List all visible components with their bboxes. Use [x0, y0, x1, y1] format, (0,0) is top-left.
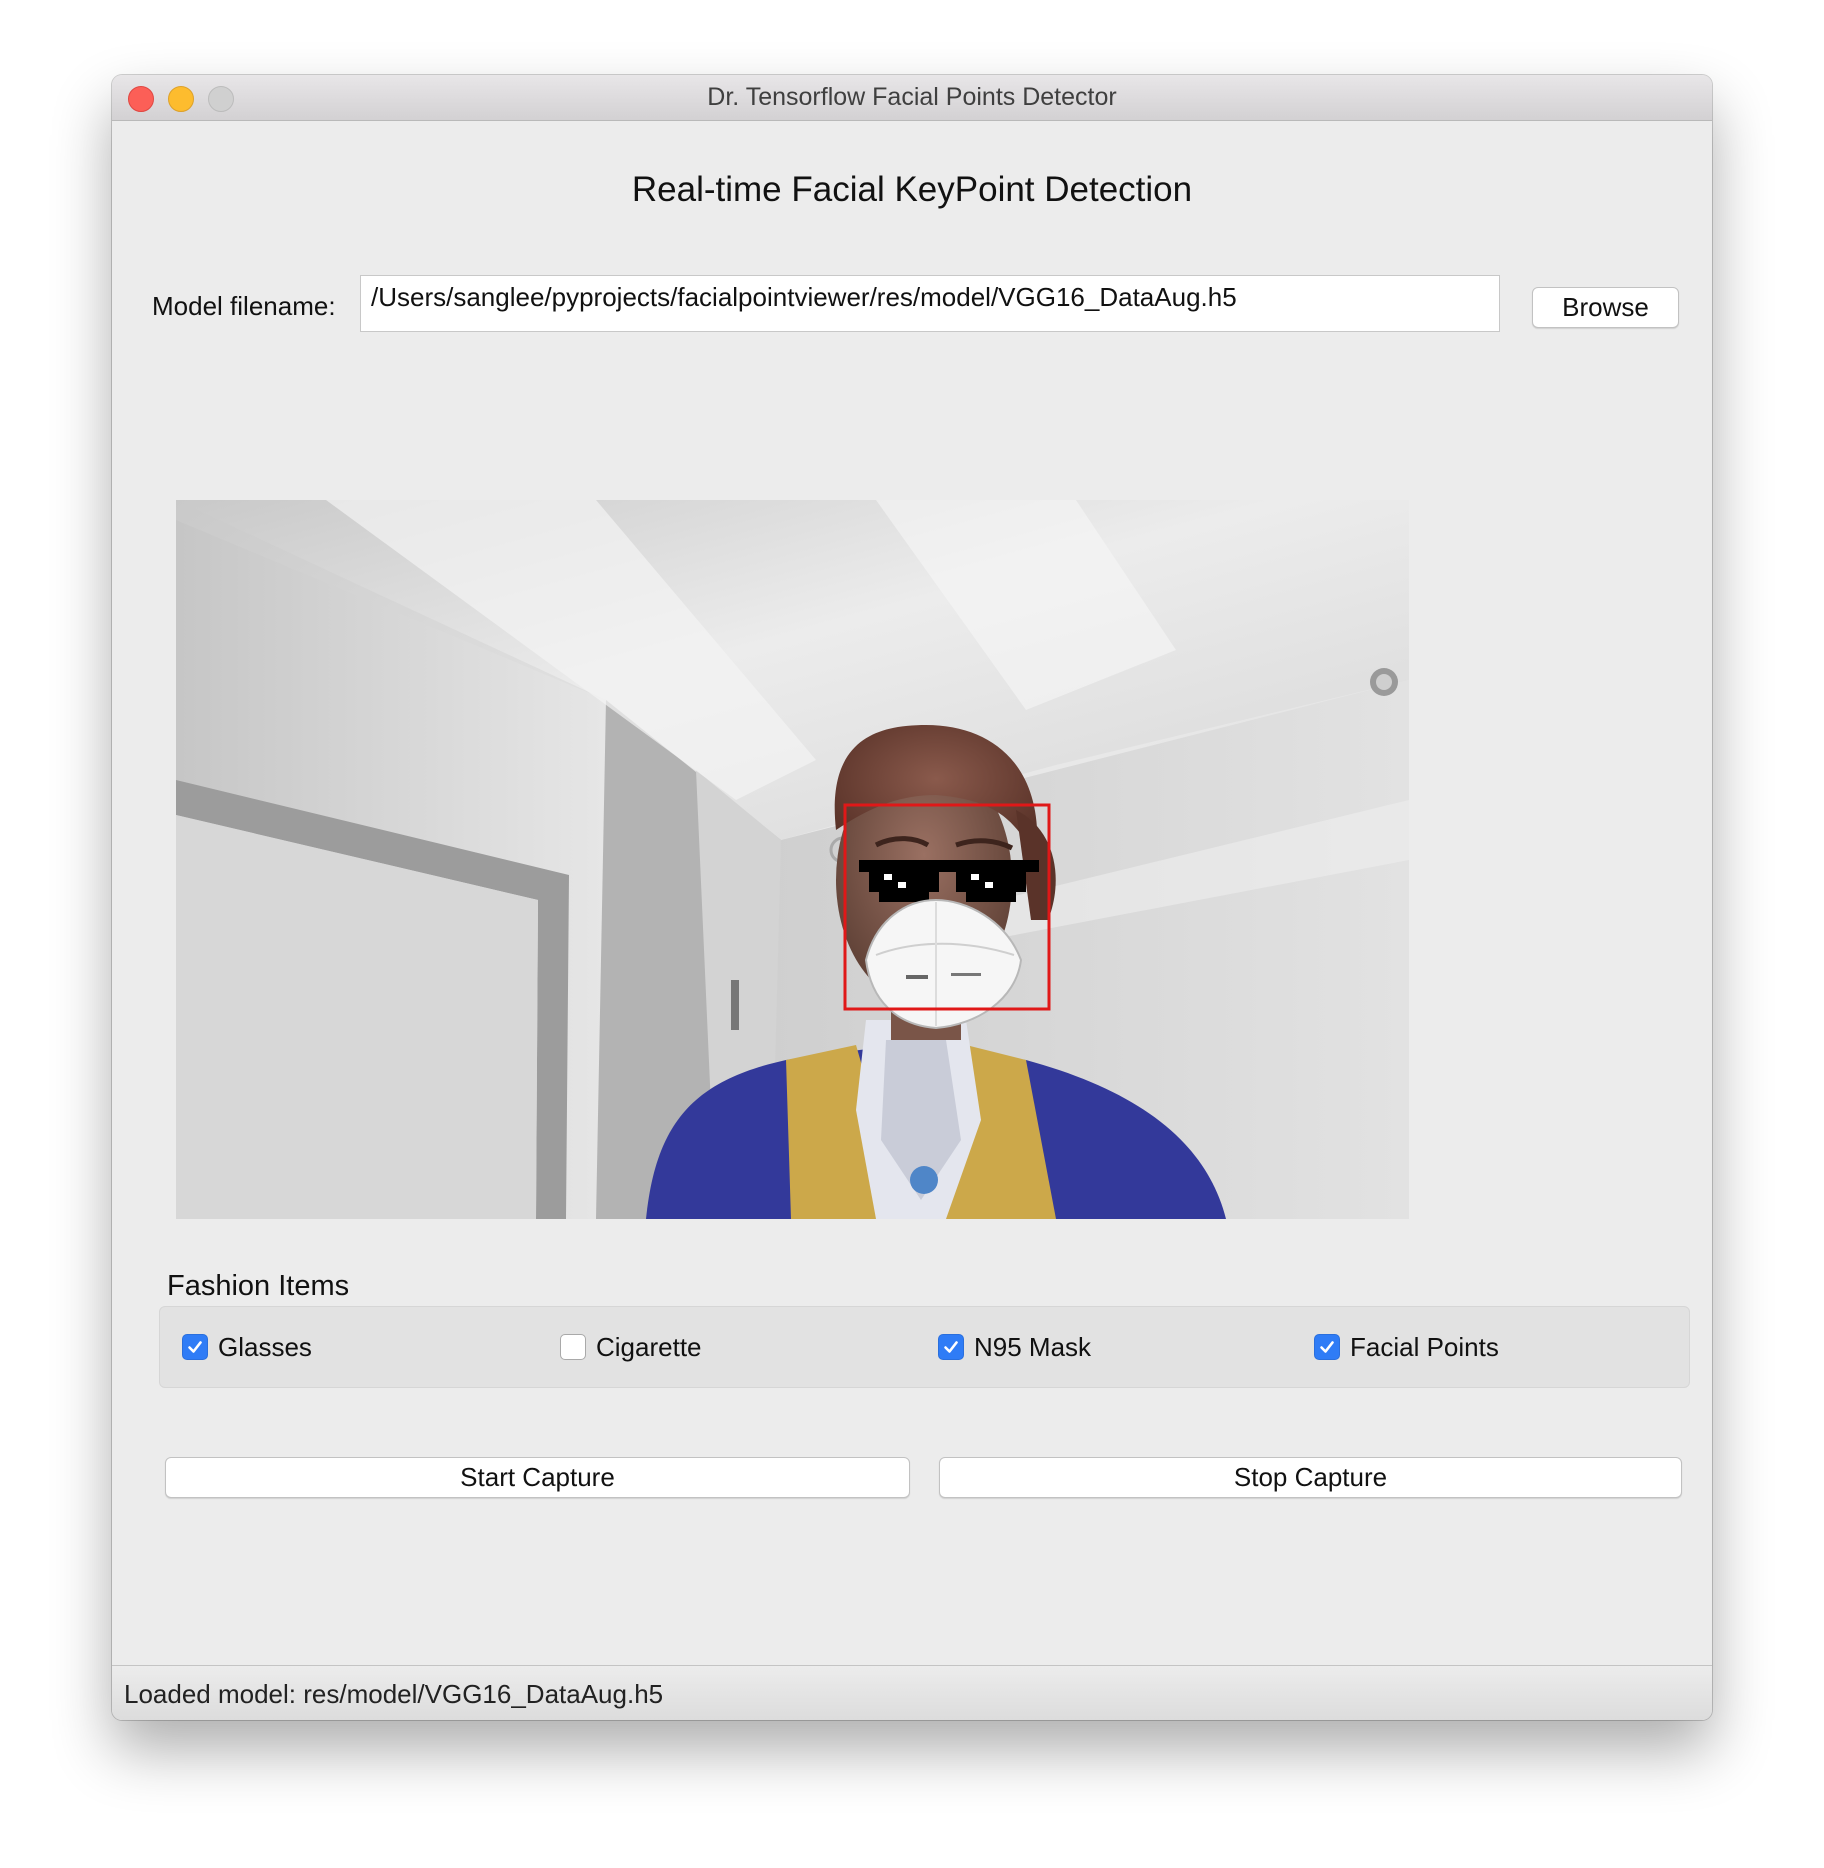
app-window: Dr. Tensorflow Facial Points Detector Re…	[112, 75, 1712, 1720]
n95-mask-checkbox[interactable]: N95 Mask	[938, 1331, 1092, 1362]
webcam-scene-graphic	[176, 500, 1409, 1219]
status-bar: Loaded model: res/model/VGG16_DataAug.h5	[112, 1665, 1712, 1720]
webcam-frame-image	[176, 500, 1409, 1219]
cigarette-checkbox[interactable]: Cigarette	[560, 1331, 702, 1362]
model-filename-label: Model filename:	[152, 291, 336, 321]
status-message: Loaded model: res/model/VGG16_DataAug.h5	[124, 1679, 664, 1709]
fashion-items-title: Fashion Items	[167, 1270, 350, 1302]
n95-mask-label: N95 Mask	[974, 1331, 1092, 1362]
start-capture-button[interactable]: Start Capture	[165, 1457, 910, 1498]
checkbox-unchecked-icon	[560, 1334, 586, 1360]
checkbox-checked-icon	[938, 1334, 964, 1360]
window-title: Dr. Tensorflow Facial Points Detector	[707, 83, 1117, 111]
title-bar[interactable]: Dr. Tensorflow Facial Points Detector	[112, 75, 1712, 121]
facial-points-checkbox[interactable]: Facial Points	[1314, 1331, 1499, 1362]
glasses-label: Glasses	[218, 1331, 312, 1362]
browse-button[interactable]: Browse	[1532, 287, 1679, 328]
stop-capture-button[interactable]: Stop Capture	[939, 1457, 1682, 1498]
cigarette-label: Cigarette	[596, 1331, 702, 1362]
page-heading: Real-time Facial KeyPoint Detection	[631, 170, 1193, 209]
checkbox-checked-icon	[182, 1334, 208, 1360]
glasses-checkbox[interactable]: Glasses	[182, 1331, 312, 1362]
model-filename-input[interactable]	[360, 275, 1500, 332]
facial-points-label: Facial Points	[1350, 1331, 1499, 1362]
checkbox-checked-icon	[1314, 1334, 1340, 1360]
fashion-items-group: Glasses Cigarette N95 Mask Facial Points	[159, 1306, 1690, 1388]
